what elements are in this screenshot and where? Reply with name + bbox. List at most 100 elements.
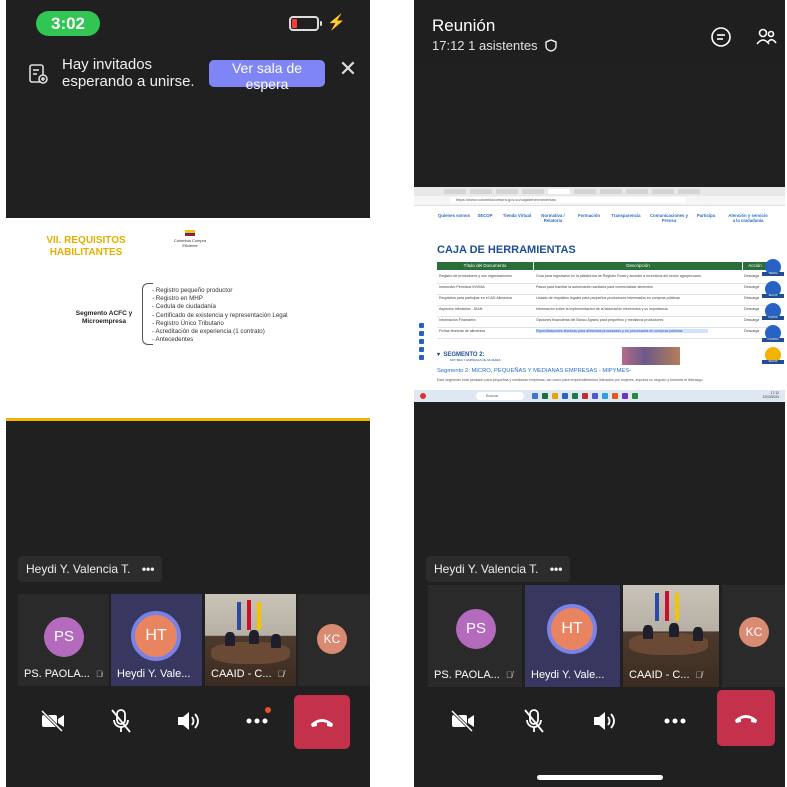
table-header: Descripción [534,262,742,270]
participant-name: PS. PAOLA... 🎙̸ [24,668,103,680]
site-side-icon[interactable]: COMPRA PÚBLICA [762,325,784,345]
charging-icon: ⚡ [327,14,346,31]
avatar: HT [547,604,597,654]
view-waiting-room-button[interactable]: Ver sala de espera [209,60,325,92]
slide-accent-bar [6,418,370,421]
home-indicator[interactable] [537,775,663,780]
mic-off-icon: 🎙̸ [277,669,285,679]
more-icon[interactable] [658,704,692,738]
more-icon[interactable]: ••• [550,562,563,576]
nav-item[interactable]: Atención y servicio a la ciudadanía [728,213,768,223]
participant-tile-video[interactable]: CAAID - C... 🎙̸ [623,585,719,687]
slide-list-item: Cedula de ciudadanía [152,303,288,311]
right-phone-screen: Reunión 17:12 1 asistentes https://www.c… [414,0,785,787]
participant-name: Heydi Y. Vale... [531,669,605,681]
hangup-button[interactable] [294,695,350,749]
participant-tile-active[interactable]: HT Heydi Y. Vale... [111,594,202,686]
table-row: Instructivo Permisos INVIMA Pasos para tr… [437,283,767,295]
taskbar-clock: 17:12 12/03/2024 [762,391,779,399]
avatar: KC [739,617,769,647]
mic-off-icon: 🎙̸ [95,669,103,679]
nav-item[interactable]: Comunicaciones y Prensa [650,213,688,223]
nav-item[interactable]: Quienes somos [438,213,470,218]
nav-item[interactable]: Transparencia [610,213,642,218]
segment2-title: ▾ SEGMENTO 2: [437,352,485,358]
slide-title: VII. REQUISITOS HABILITANTES [46,235,126,258]
camera-off-icon[interactable] [36,704,70,738]
shared-screen: https://www.colombiacompra.gov.co/cajade… [414,187,785,402]
avatar: PS [456,609,496,649]
table-row: Aspectos tributarios - DIAN Información s… [437,305,767,317]
slide-list-item: Registro pequeño productor [152,287,288,295]
page-heading: CAJA DE HERRAMIENTAS [437,244,576,256]
presenter-chip[interactable]: Heydi Y. Valencia T. ••• [426,556,571,582]
avatar: KC [317,624,347,654]
segment2-text: Este segmento está pensado para pequeñas… [437,378,703,382]
more-icon[interactable]: ••• [142,562,155,576]
nav-item[interactable]: SECOP [476,213,494,218]
url-field[interactable]: https://www.colombiacompra.gov.co/cajade… [450,197,686,203]
camera-off-icon[interactable] [446,704,480,738]
slide-list-item: Certificado de existencia y representaci… [152,312,288,320]
browser-tab-bar [414,187,785,196]
avatar: HT [131,611,181,661]
table-row: Fichas técnicas de alimentos Especificaci… [437,327,767,339]
speaker-icon[interactable] [588,704,622,738]
people-icon[interactable] [755,26,777,48]
status-bar: 3:02 ⚡ [6,0,370,44]
meeting-subtitle: 17:12 1 asistentes [432,38,557,53]
taskbar-search[interactable]: Buscar [476,392,524,400]
participant-tile[interactable]: KC [722,585,785,687]
participant-tile-active[interactable]: HT Heydi Y. Vale... [525,585,620,687]
speaker-icon[interactable] [172,704,206,738]
participant-tile-video[interactable]: CAAID - C... 🎙̸ [205,594,296,686]
nav-item[interactable]: Formación [576,213,602,218]
site-side-icon[interactable]: SECOP [762,347,784,364]
mic-off-icon[interactable] [104,704,138,738]
participant-name: PS. PAOLA... 🎙̸ [434,669,513,681]
slide-list-item: Registro Único Tributario [152,320,288,328]
participant-tile[interactable]: KC [298,594,370,686]
notification-dot [265,707,271,713]
mic-off-icon: 🎙̸ [505,670,513,680]
hangup-button[interactable] [717,690,775,746]
table-header: Título del Documento [437,262,533,270]
slide-list-item: Registro en MHP [152,295,288,303]
slide-list-item: Antecedentes [152,336,288,344]
site-side-icons: TIENDA SECOP PQRSD COMPRA PÚBLICA SECOP [762,259,784,369]
avatar: PS [44,617,84,657]
status-time[interactable]: 3:02 [36,11,100,36]
hangup-icon [735,715,757,723]
nav-item[interactable]: Participa [694,213,718,218]
slide-segment-label: Segmento ACFC y Microempresa [75,310,133,325]
mic-off-icon[interactable] [517,704,551,738]
chat-icon[interactable] [710,26,732,48]
mic-off-icon: 🎙̸ [695,670,703,680]
site-side-icon[interactable]: TIENDA [762,259,784,276]
lobby-banner: Hay invitados esperando a unirse. Ver sa… [18,50,358,100]
site-nav: Quienes somos SECOP Tienda Virtual Norma… [414,209,785,233]
site-side-icon[interactable]: PQRSD [762,303,784,320]
waiting-room-icon [29,64,48,84]
participant-name: CAAID - C... 🎙̸ [211,668,285,680]
nav-item[interactable]: Tienda Virtual [502,213,532,218]
site-side-icon[interactable]: SECOP [762,281,784,298]
hangup-icon [311,719,333,727]
table-row: Información Financiera Opciones financier… [437,316,767,328]
participant-name: Heydi Y. Vale... [117,668,191,680]
battery-icon [289,16,322,31]
presenter-name: Heydi Y. Valencia T. [26,562,131,576]
call-controls [6,690,370,752]
participant-tile[interactable]: PS PS. PAOLA... 🎙̸ [18,594,109,686]
nav-item[interactable]: Normativa / Relatoria [538,213,568,223]
participant-name: CAAID - C... 🎙̸ [629,669,703,681]
participant-tile[interactable]: PS PS. PAOLA... 🎙̸ [428,585,522,687]
presenter-chip[interactable]: Heydi Y. Valencia T. ••• [18,556,163,582]
more-icon[interactable] [240,704,274,738]
left-phone-screen: 3:02 ⚡ Hay invitados esperando a unirse.… [6,0,370,787]
browser-address-bar: https://www.colombiacompra.gov.co/cajade… [414,196,785,206]
close-icon[interactable]: ✕ [336,58,360,82]
table-row: Requisitos para participar en el IAD Ali… [437,294,767,306]
presenter-name: Heydi Y. Valencia T. [434,562,539,576]
social-icons [419,323,425,363]
